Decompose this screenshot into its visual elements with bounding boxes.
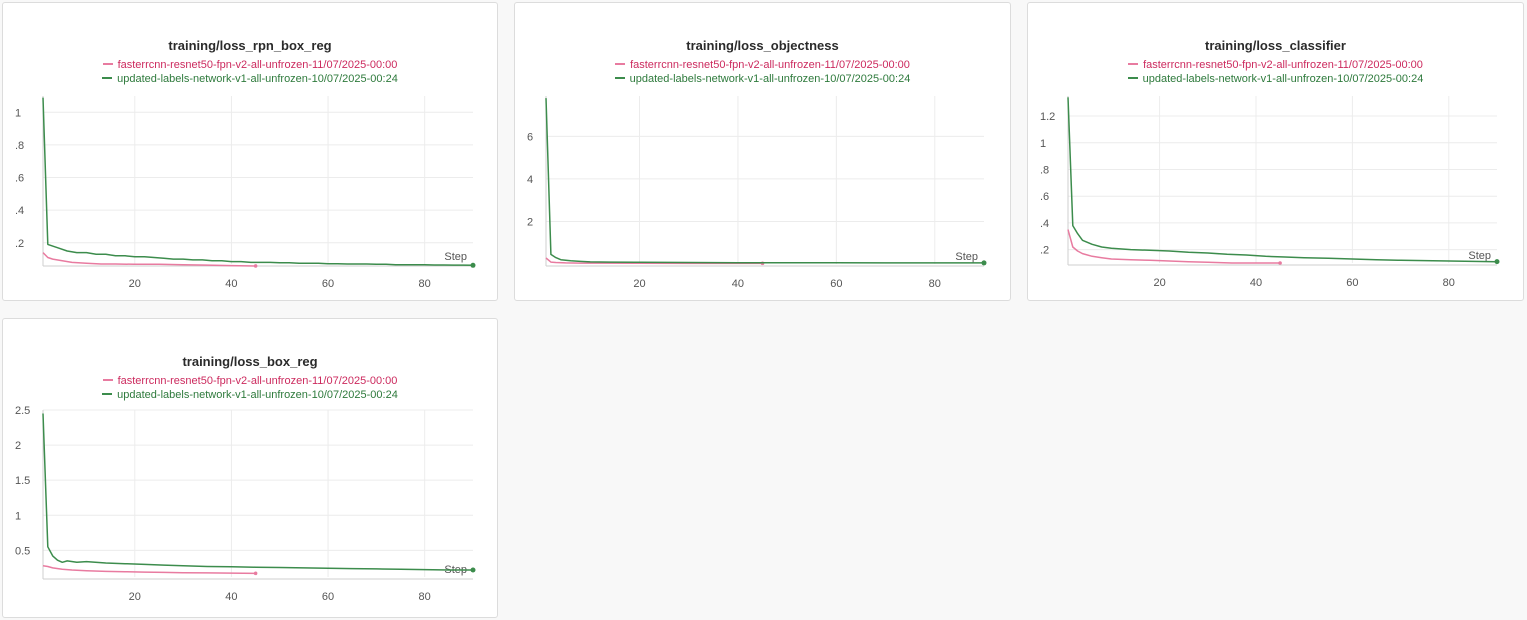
x-tick-label: 80 [929,278,941,290]
x-tick-label: 80 [419,591,431,603]
x-tick-label: 20 [129,278,141,290]
y-tick-label: 1 [15,510,21,522]
series-end-point [981,260,987,266]
series-end-point [470,567,476,573]
chart-plot[interactable]: .2 .4 .6 .8 1 1.2 20 40 60 80 Step [1028,3,1523,300]
y-tick-label: 4 [527,174,533,186]
x-tick-label: 20 [1153,277,1165,289]
series-line-updated-labels [545,98,984,264]
chart-panel-loss-box-reg[interactable]: training/loss_box_reg fasterrcnn-resnet5… [2,318,498,618]
x-axis-label: Step [1468,250,1491,262]
x-tick-label: 60 [830,278,842,290]
y-tick-label: 1 [15,107,21,119]
y-tick-label: 6 [527,131,533,143]
series-line-updated-labels [42,413,473,571]
series-end-point [253,264,258,268]
x-axis-label: Step [444,251,467,263]
y-tick-label: .4 [1040,218,1049,230]
chart-panel-loss-classifier[interactable]: training/loss_classifier fasterrcnn-resn… [1027,2,1524,301]
y-tick-label: .8 [1040,164,1049,176]
x-tick-label: 40 [225,278,237,290]
chart-plot[interactable]: 0.511.522.520 40 60 80Step [3,319,497,617]
series-end-point [470,262,476,268]
y-tick-label: 1 [1040,138,1046,150]
charts-grid: training/loss_rpn_box_reg fasterrcnn-res… [0,0,1527,620]
chart-panel-loss-objectness[interactable]: training/loss_objectness fasterrcnn-resn… [514,2,1011,301]
chart-plot[interactable]: .2 .4 .6 .8 1 20 40 60 80 Step [3,3,497,300]
y-tick-label: 2 [15,440,21,452]
x-tick-label: 20 [129,591,141,603]
y-tick-label: .6 [15,173,24,185]
series-line-updated-labels [1067,97,1498,263]
y-tick-label: .2 [1040,245,1049,257]
y-tick-label: 2.5 [15,405,30,417]
y-tick-label: .6 [1040,191,1049,203]
x-tick-label: 40 [732,278,744,290]
series-line-fasterrcnn [42,252,256,267]
chart-plot[interactable]: 2 4 6 20 40 60 80 Step [515,3,1010,300]
x-tick-label: 60 [1346,277,1358,289]
x-tick-label: 60 [322,278,334,290]
x-axis-label: Step [955,251,978,263]
x-tick-label: 40 [225,591,237,603]
y-tick-label: .8 [15,140,24,152]
y-tick-label: 2 [527,216,533,228]
y-tick-label: 0.5 [15,545,30,557]
x-tick-label: 20 [633,278,645,290]
y-tick-label: .2 [15,238,24,250]
y-tick-label: .4 [15,205,24,217]
chart-panel-loss-rpn-box-reg[interactable]: training/loss_rpn_box_reg fasterrcnn-res… [2,2,498,301]
series-end-point [1278,261,1282,265]
y-tick-label: 1.5 [15,475,30,487]
x-tick-label: 40 [1250,277,1262,289]
series-end-point [253,571,258,576]
series-line-updated-labels [42,97,474,267]
y-tick-label: 1.2 [1040,111,1055,123]
x-tick-label: 80 [419,278,431,290]
x-tick-label: 60 [322,591,334,603]
x-tick-label: 80 [1443,277,1455,289]
series-end-point [1494,259,1500,265]
